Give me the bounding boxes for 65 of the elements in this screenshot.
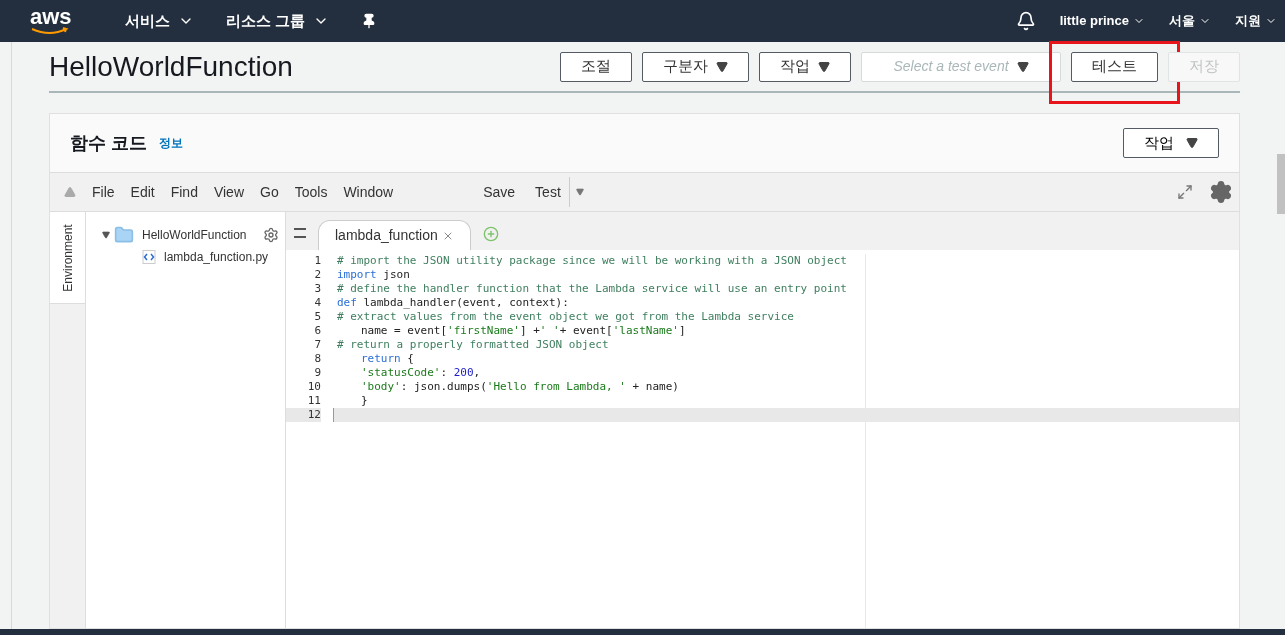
- gear-icon[interactable]: [262, 227, 279, 243]
- line-number: 9: [313, 366, 321, 380]
- nav-menu[interactable]: 서비스: [125, 9, 194, 33]
- bell-icon[interactable]: [1015, 11, 1036, 31]
- line-number: 4: [313, 296, 321, 310]
- nav-menu[interactable]: 지원: [1235, 11, 1277, 31]
- menu-item[interactable]: Window: [343, 181, 394, 203]
- tree-item[interactable]: HelloWorldFunction: [142, 226, 247, 244]
- caret-icon: [716, 60, 728, 73]
- line-number: 3: [313, 282, 321, 296]
- logo[interactable]: aws: [30, 7, 125, 27]
- caret-icon: [1016, 60, 1029, 73]
- caret-icon: [1186, 137, 1198, 149]
- save-button[interactable]: Save: [483, 181, 516, 203]
- nav-menu[interactable]: 서울: [1169, 11, 1211, 31]
- code-line: return {: [360, 352, 415, 366]
- line-number: 6: [313, 324, 321, 338]
- settings-icon[interactable]: [1209, 180, 1233, 204]
- caret-icon[interactable]: [575, 188, 584, 196]
- editor-tab[interactable]: lambda_function: [318, 220, 471, 250]
- menu-item[interactable]: Go: [260, 181, 279, 203]
- line-number: 2: [313, 268, 321, 282]
- line-number: 10: [306, 380, 321, 394]
- smile-arrow-icon: [30, 27, 70, 35]
- line-number: 7: [313, 338, 321, 352]
- fullscreen-icon[interactable]: [1177, 184, 1193, 200]
- folder-icon: [114, 225, 134, 245]
- expand-arrow-icon[interactable]: [102, 231, 110, 239]
- code-line: # return a properly formatted JSON object: [336, 338, 610, 352]
- code-line: # define the handler function that the Lambda service will use an entry point: [336, 282, 848, 296]
- action-button[interactable]: 조절: [560, 51, 632, 82]
- caret-icon: [818, 60, 830, 73]
- info-link[interactable]: 정보: [159, 134, 183, 152]
- line-number: 1: [313, 254, 321, 268]
- menu-item[interactable]: View: [213, 181, 244, 203]
- nav-menu[interactable]: little prince: [1059, 11, 1145, 31]
- tree-item[interactable]: lambda_function.py: [164, 248, 269, 266]
- select-placeholder: Select a test event: [893, 57, 1009, 76]
- environment-tab[interactable]: Environment: [50, 212, 85, 304]
- code-line: def lambda_handler(event, context):: [336, 296, 570, 310]
- code-line: # extract values from the event object we got from the Lambda service: [336, 310, 795, 324]
- dropdown-button[interactable]: 구분자: [642, 51, 749, 82]
- menu-item[interactable]: Edit: [130, 181, 155, 203]
- dropdown-button[interactable]: 작업: [1123, 128, 1219, 158]
- menu-item[interactable]: File: [92, 181, 115, 203]
- code-line: 'statusCode': 200,: [360, 366, 482, 380]
- code-line: import json: [336, 268, 411, 282]
- nav-menu[interactable]: 리소스 그룹: [226, 9, 330, 33]
- code-line: # import the JSON utility package since we will be working with a JSON object: [336, 254, 848, 268]
- code-line: 'body': json.dumps('Hello from Lambda, ' + name): [360, 380, 680, 394]
- line-number: 5: [313, 310, 321, 324]
- panel-title: 함수 코드: [70, 131, 147, 155]
- dropdown-button[interactable]: 작업: [759, 51, 851, 82]
- page-title: HelloWorldFunction: [49, 49, 294, 84]
- code-line: }: [360, 394, 369, 408]
- menu-item[interactable]: Find: [170, 181, 198, 203]
- line-number: 12: [286, 408, 321, 422]
- tab-list-icon[interactable]: [294, 228, 306, 238]
- action-button[interactable]: 테스트: [1071, 51, 1158, 82]
- line-number: 8: [313, 352, 321, 366]
- menu-item[interactable]: Tools: [294, 181, 328, 203]
- code-file-icon: [142, 250, 156, 264]
- line-number: 11: [306, 394, 321, 408]
- code-line: name = event['firstName'] +' '+ event['lastName']: [360, 324, 687, 338]
- test-button[interactable]: Test: [535, 177, 570, 207]
